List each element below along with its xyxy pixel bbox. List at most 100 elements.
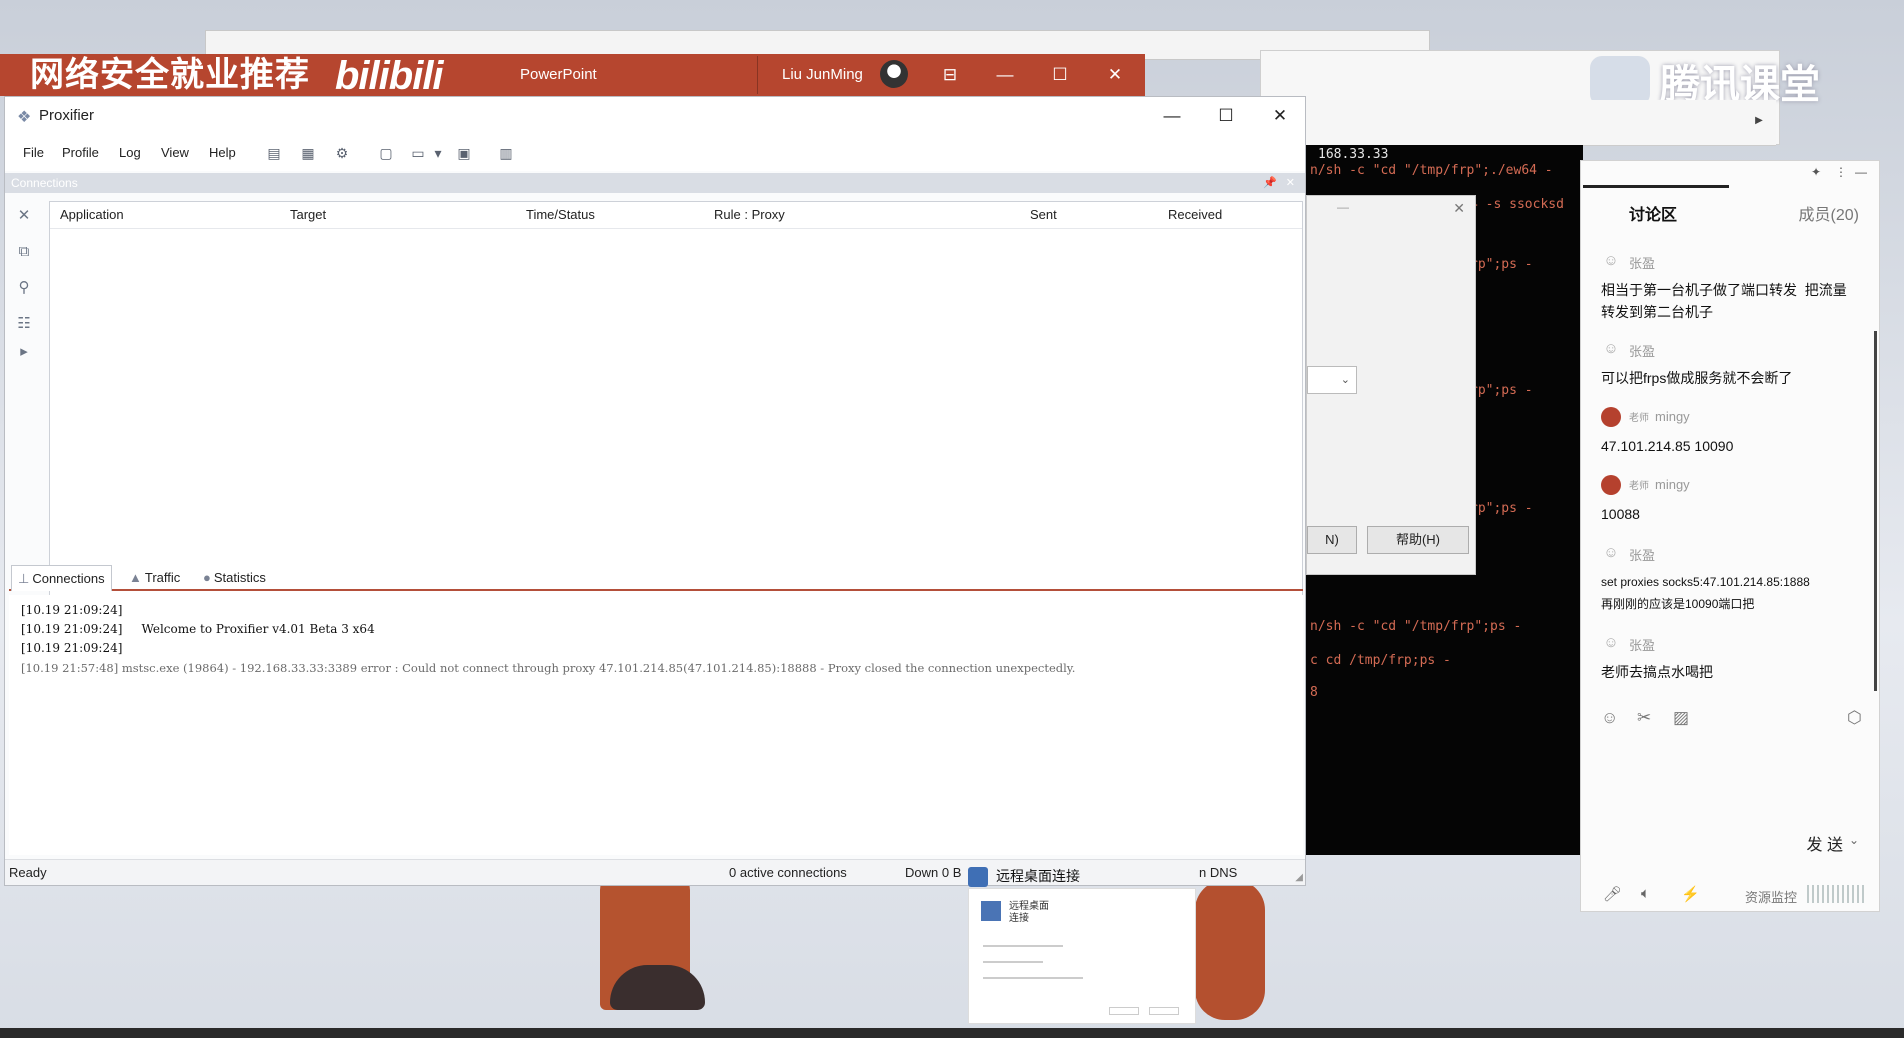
menu-file[interactable]: File: [23, 135, 44, 171]
connections-icon: ⊥: [18, 571, 30, 586]
find-icon[interactable]: ⚲: [13, 277, 35, 299]
proxy-servers-icon[interactable]: ▤: [263, 143, 285, 163]
close-icon[interactable]: ✕: [1453, 200, 1465, 217]
sender-role: 老师: [1629, 481, 1649, 492]
background-dialog: — ✕ ⌄ N) 帮助(H): [1306, 195, 1476, 575]
chat-panel: ✦ ⋮ — 讨论区 成员(20) ☺ ✂ ▨ ⬡ 发 送 ⌄ 🎤︎ 🔈︎ ⚡ 资…: [1580, 160, 1880, 912]
status-down: Down 0 B: [905, 865, 962, 880]
section-title: Connections: [11, 176, 78, 190]
log-line: [10.19 21:09:24]: [21, 603, 123, 617]
column-sent[interactable]: Sent: [1030, 202, 1057, 228]
scrollbar[interactable]: [1874, 331, 1877, 691]
terminal-line: 168.33.33: [1318, 147, 1389, 162]
column-time-status[interactable]: Time/Status: [526, 202, 595, 228]
status-bar: Ready 0 active connections Down 0 B n DN…: [5, 859, 1305, 885]
message-text: 相当于第一台机子做了端口转发 把流量转发到第二台机子: [1601, 282, 1847, 320]
menu-profile[interactable]: Profile: [62, 135, 99, 171]
avatar[interactable]: [880, 60, 908, 88]
emoji-icon[interactable]: ☺: [1601, 708, 1618, 728]
menu-view[interactable]: View: [161, 135, 189, 171]
connections-table[interactable]: Application Target Time/Status Rule : Pr…: [49, 201, 1303, 663]
app-name: PowerPoint: [520, 66, 597, 83]
log-line: [10.19 21:09:24] Welcome to Proxifier v4…: [21, 622, 375, 636]
column-rule-proxy[interactable]: Rule : Proxy: [714, 202, 785, 228]
chevron-down-icon[interactable]: ⌄: [1849, 833, 1859, 847]
maximize-icon[interactable]: ☐: [1199, 97, 1253, 135]
wallpaper-figure-right: [1195, 880, 1265, 1020]
pin-icon[interactable]: 📌: [1263, 173, 1277, 193]
teacher-avatar: [1601, 475, 1621, 495]
close-icon[interactable]: ✕: [1095, 54, 1135, 96]
more-icon[interactable]: ⋮: [1835, 165, 1847, 179]
window-title: Proxifier: [39, 107, 95, 124]
mute-icon[interactable]: ⚡: [1681, 885, 1700, 903]
chevron-down-icon[interactable]: ▾: [427, 143, 449, 163]
resize-grip-icon[interactable]: ◢: [1295, 872, 1303, 883]
clipboard-icon[interactable]: ▥: [495, 143, 517, 163]
send-button[interactable]: 发 送: [1807, 831, 1843, 855]
column-received[interactable]: Received: [1168, 202, 1222, 228]
list-view-icon[interactable]: ☷: [13, 313, 35, 335]
dialog-button[interactable]: N): [1307, 526, 1357, 554]
ribbon-display-icon[interactable]: ⊟: [930, 54, 970, 96]
terminal-line: rp";ps -: [1470, 501, 1533, 516]
title-bar: ❖ Proxifier — ☐ ✕: [5, 97, 1305, 135]
tencent-logo-icon: [1590, 56, 1650, 106]
thumbnail-button: [1109, 1007, 1139, 1015]
resource-monitor[interactable]: 资源监控: [1745, 887, 1797, 906]
minimize-icon[interactable]: —: [985, 54, 1025, 96]
log-panel[interactable]: [10.19 21:09:24] [10.19 21:09:24] Welcom…: [9, 595, 1303, 855]
divider: [757, 56, 758, 94]
terminal-line: rp";ps -: [1470, 257, 1533, 272]
save-profile-icon[interactable]: ▣: [453, 143, 475, 163]
column-target[interactable]: Target: [290, 202, 326, 228]
name-resolution-icon[interactable]: ⚙: [331, 143, 353, 163]
open-profile-icon[interactable]: ▭: [407, 143, 429, 163]
expand-arrow-icon[interactable]: ▸: [13, 341, 35, 363]
tab-discussion[interactable]: 讨论区: [1629, 201, 1677, 225]
message-sender: 老师 mingy: [1629, 409, 1690, 424]
settings-icon[interactable]: ⬡: [1847, 708, 1862, 728]
tab-statistics[interactable]: ● Statistics: [197, 565, 272, 591]
remote-desktop-taskbar-label[interactable]: 远程桌面连接: [968, 862, 1080, 890]
status-ready: Ready: [9, 865, 47, 880]
resource-graph: [1807, 885, 1865, 903]
close-icon[interactable]: ✕: [1286, 173, 1295, 193]
proxification-rules-icon[interactable]: ▦: [297, 143, 319, 163]
user-name[interactable]: Liu JunMing: [782, 54, 863, 96]
help-button[interactable]: 帮助(H): [1367, 526, 1469, 554]
add-rule-icon[interactable]: ⧉: [13, 241, 35, 263]
close-connection-icon[interactable]: ✕: [13, 205, 35, 227]
message-text: 老师去搞点水喝把: [1601, 664, 1713, 680]
menu-log[interactable]: Log: [119, 135, 141, 171]
minimize-icon[interactable]: —: [1337, 200, 1349, 214]
terminal-line: rp";ps -: [1470, 383, 1533, 398]
microphone-icon[interactable]: 🎤︎: [1603, 885, 1622, 903]
tab-label: Traffic: [144, 570, 181, 585]
maximize-icon[interactable]: ☐: [1040, 54, 1080, 96]
tab-connections[interactable]: ⊥ Connections: [11, 565, 112, 591]
close-icon[interactable]: ✕: [1253, 97, 1307, 135]
dropdown-select[interactable]: ⌄: [1307, 366, 1357, 394]
scroll-arrow-icon[interactable]: ▶: [1750, 115, 1768, 145]
user-avatar-icon: ☺: [1603, 544, 1619, 561]
message-sender: 张盈: [1629, 635, 1655, 654]
tab-label: Statistics: [213, 570, 266, 585]
speaker-icon[interactable]: 🔈︎: [1641, 885, 1650, 902]
connections-section-header: Connections 📌 ✕: [5, 173, 1305, 193]
remote-desktop-icon: [981, 901, 1001, 921]
scissors-icon[interactable]: ✂: [1637, 708, 1651, 728]
message-sender: 张盈: [1629, 253, 1655, 272]
image-icon[interactable]: ▨: [1673, 708, 1689, 728]
tab-members[interactable]: 成员(20): [1799, 201, 1859, 225]
minimize-icon[interactable]: —: [1145, 97, 1199, 135]
sender-name: 张盈: [1629, 256, 1656, 271]
new-profile-icon[interactable]: ▢: [375, 143, 397, 163]
pin-icon[interactable]: ✦: [1811, 165, 1821, 179]
minimize-icon[interactable]: —: [1855, 165, 1867, 179]
menu-help[interactable]: Help: [209, 135, 236, 171]
tab-traffic[interactable]: ▲ Traffic: [123, 565, 186, 591]
remote-desktop-thumbnail[interactable]: 远程桌面 连接: [968, 888, 1196, 1024]
sender-name: 张盈: [1629, 548, 1656, 563]
column-application[interactable]: Application: [60, 202, 124, 228]
